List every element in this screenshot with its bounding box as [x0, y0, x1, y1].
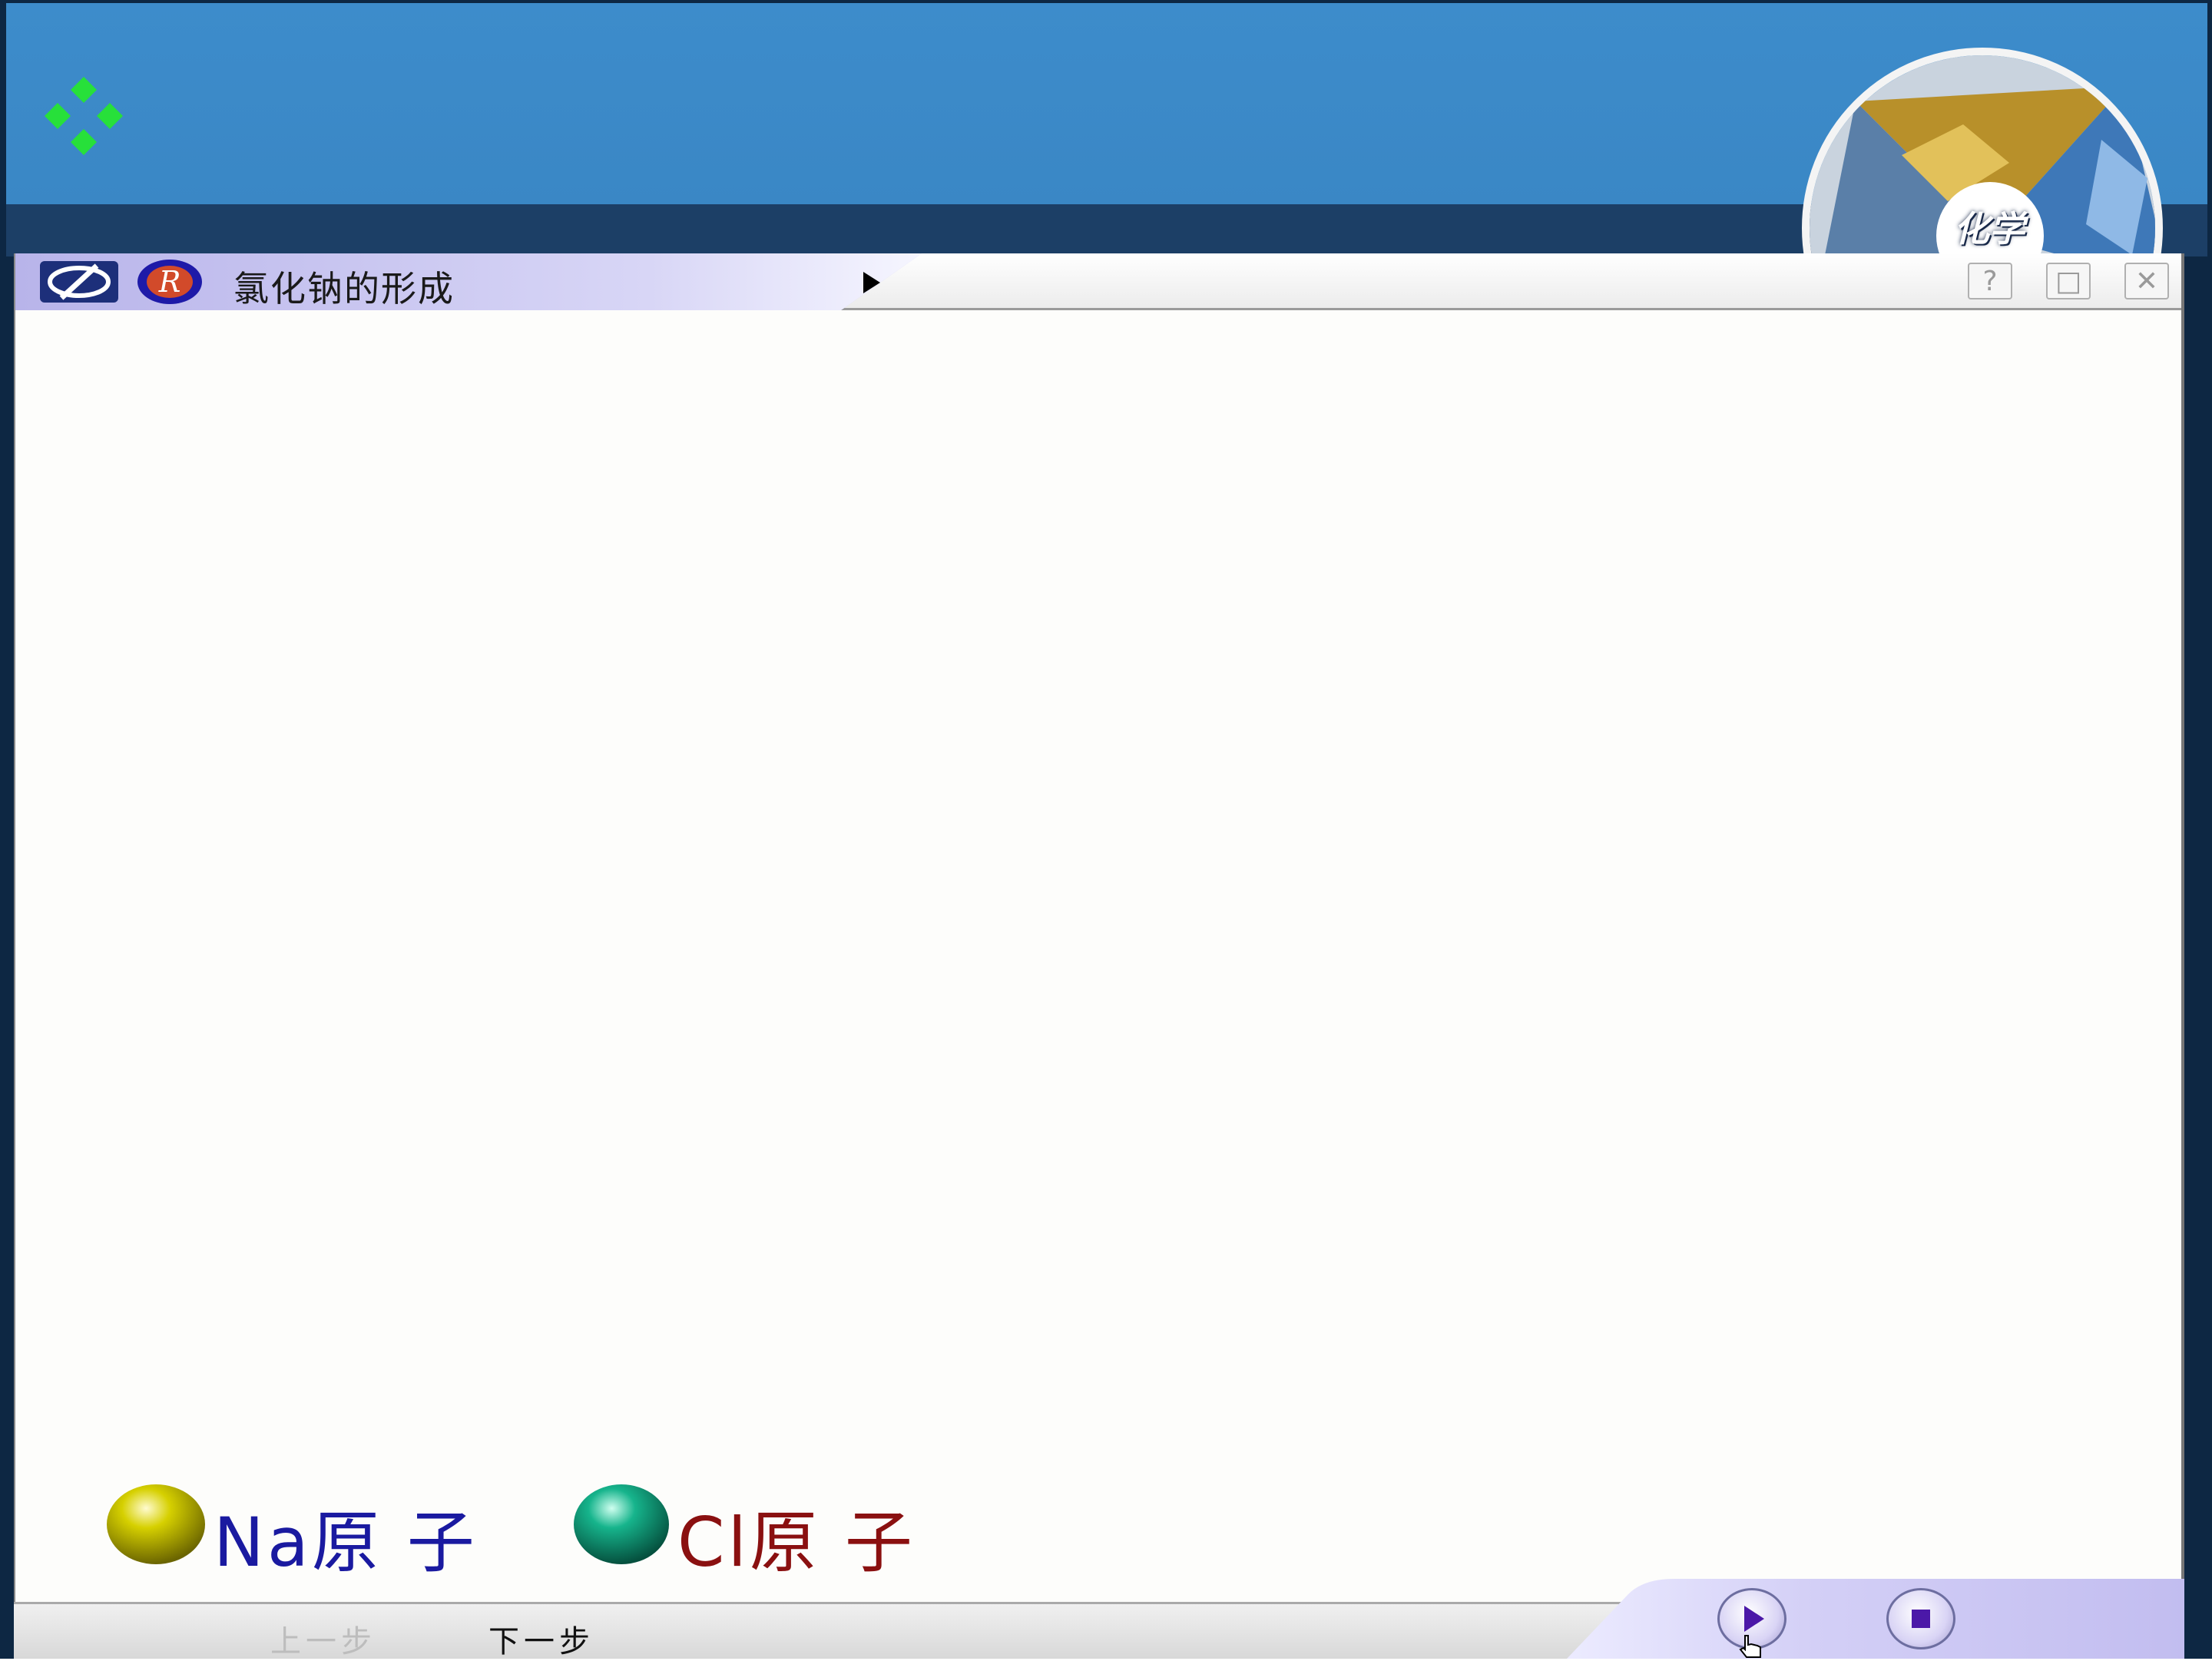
svg-text:R: R — [158, 265, 181, 299]
subject-label: 化学 — [1954, 208, 2025, 250]
r-logo-icon: R — [137, 260, 202, 304]
window-title: 氯化钠的形成 — [233, 268, 455, 309]
cl-atom-label: Cl原 子 — [677, 1503, 916, 1582]
legend-na-atom: Na原 子 — [104, 1482, 475, 1582]
lesson-window: R 氯化钠的形成 ? □ ✕ — [14, 253, 2184, 1659]
previous-step-button[interactable]: 上一步 — [270, 1616, 376, 1661]
close-button[interactable]: ✕ — [2124, 263, 2169, 299]
expand-arrow-icon[interactable] — [860, 270, 883, 295]
cl-atom-sphere-icon — [574, 1484, 669, 1564]
legend-cl-atom: Cl原 子 — [571, 1482, 925, 1582]
na-atom-label: Na原 子 — [214, 1503, 478, 1582]
stop-icon — [1912, 1610, 1930, 1628]
title-bar: R 氯化钠的形成 ? □ ✕ — [15, 253, 2181, 310]
help-button[interactable]: ? — [1968, 263, 2012, 299]
na-atom-sphere-icon — [107, 1484, 205, 1564]
diamonds-logo-icon — [45, 77, 123, 155]
publisher-logo-icon — [40, 261, 118, 303]
restore-button[interactable]: □ — [2046, 263, 2091, 299]
hand-cursor-icon — [1739, 1635, 1761, 1658]
next-step-button[interactable]: 下一步 — [488, 1616, 594, 1661]
media-controls-tab — [1567, 1579, 2184, 1659]
stop-button[interactable] — [1886, 1588, 1955, 1649]
animation-stage — [15, 310, 2181, 1608]
